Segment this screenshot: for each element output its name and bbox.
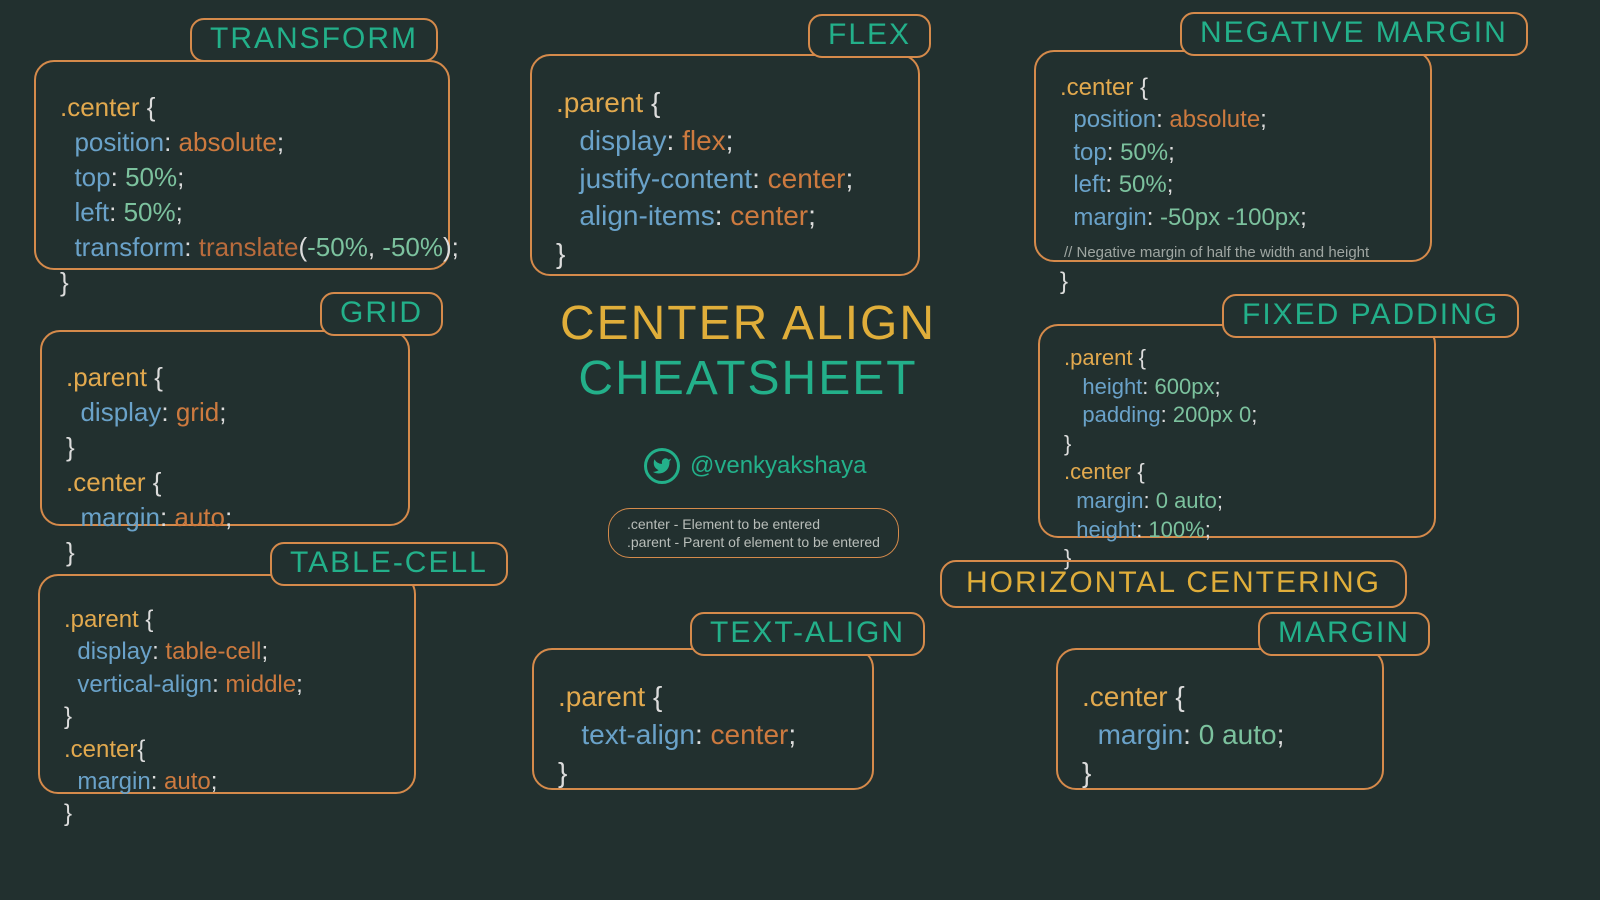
horizontal-centering-label: HORIZONTAL CENTERING xyxy=(940,560,1407,608)
legend-center: .center - Element to be entered xyxy=(627,515,880,533)
card-margin: .center { margin: 0 auto; } xyxy=(1056,648,1384,790)
tab-grid: GRID xyxy=(320,292,443,336)
code-transform: .center { position: absolute; top: 50%; … xyxy=(60,90,424,301)
page-title: CENTER ALIGN CHEATSHEET xyxy=(538,296,958,406)
tab-transform: TRANSFORM xyxy=(190,18,438,62)
tab-flex: FLEX xyxy=(808,14,931,58)
card-grid: .parent { display: grid; } .center { mar… xyxy=(40,330,410,526)
legend-parent: .parent - Parent of element to be entere… xyxy=(627,533,880,551)
title-line2: CHEATSHEET xyxy=(538,351,958,406)
code-margin: .center { margin: 0 auto; } xyxy=(1082,678,1358,791)
twitter-icon xyxy=(644,448,680,484)
card-table-cell: .parent { display: table-cell; vertical-… xyxy=(38,574,416,794)
code-fixed-padding: .parent { height: 600px; padding: 200px … xyxy=(1064,344,1410,573)
handle-text: @venkyakshaya xyxy=(690,452,866,480)
tab-table-cell: TABLE-CELL xyxy=(270,542,508,586)
code-grid: .parent { display: grid; } .center { mar… xyxy=(66,360,384,571)
legend-box: .center - Element to be entered .parent … xyxy=(608,508,899,558)
tab-fixed-padding: FIXED PADDING xyxy=(1222,294,1519,338)
card-text-align: .parent { text-align: center; } xyxy=(532,648,874,790)
title-line1: CENTER ALIGN xyxy=(538,296,958,351)
card-negative-margin: .center { position: absolute; top: 50%; … xyxy=(1034,50,1432,262)
tab-margin: MARGIN xyxy=(1258,612,1430,656)
card-transform: .center { position: absolute; top: 50%; … xyxy=(34,60,450,270)
code-text-align: .parent { text-align: center; } xyxy=(558,678,848,791)
tab-negative-margin: NEGATIVE MARGIN xyxy=(1180,12,1528,56)
card-flex: .parent { display: flex; justify-content… xyxy=(530,54,920,276)
code-table-cell: .parent { display: table-cell; vertical-… xyxy=(64,604,390,831)
code-negative-margin: .center { position: absolute; top: 50%; … xyxy=(1060,72,1406,299)
author-handle[interactable]: @venkyakshaya xyxy=(644,448,866,484)
tab-text-align: TEXT-ALIGN xyxy=(690,612,925,656)
card-fixed-padding: .parent { height: 600px; padding: 200px … xyxy=(1038,324,1436,538)
code-flex: .parent { display: flex; justify-content… xyxy=(556,84,894,273)
